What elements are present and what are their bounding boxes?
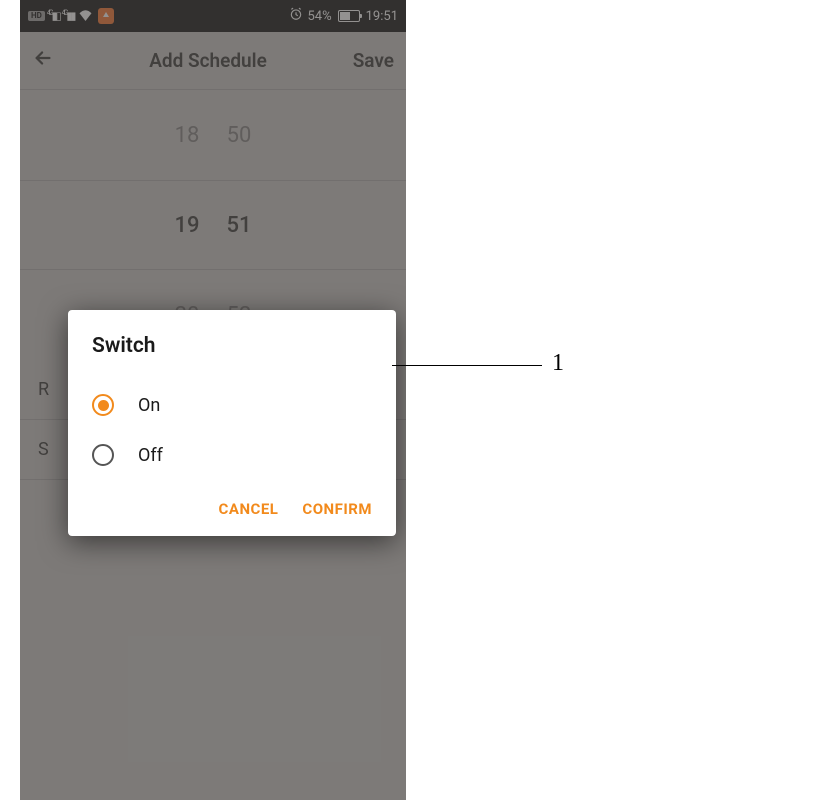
radio-icon-unselected (92, 444, 114, 466)
radio-option-on[interactable]: On (92, 380, 372, 430)
phone-frame: HD 4G▮▯ 4G▮▮ 54% 19:51 Add Schedule (20, 0, 406, 800)
dialog-actions: CANCEL CONFIRM (92, 500, 372, 518)
radio-option-off[interactable]: Off (92, 430, 372, 480)
radio-icon-selected (92, 394, 114, 416)
radio-label-off: Off (138, 445, 163, 466)
annotation-label-1: 1 (552, 350, 564, 377)
switch-dialog: Switch On Off CANCEL CONFIRM (68, 310, 396, 536)
dialog-title: Switch (92, 334, 372, 358)
confirm-button[interactable]: CONFIRM (302, 500, 372, 518)
cancel-button[interactable]: CANCEL (219, 500, 279, 518)
radio-label-on: On (138, 395, 160, 416)
annotation-leader-line (392, 365, 542, 366)
